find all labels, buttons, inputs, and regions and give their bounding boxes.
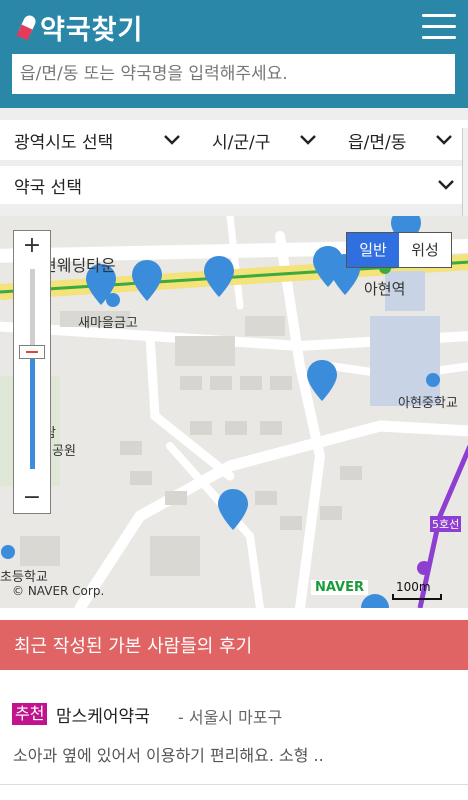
review-location: - 서울시 마포구	[178, 708, 283, 727]
map-label-school-middle: 아현중학교	[398, 396, 458, 411]
reviews-banner-title: 최근 작성된 가본 사람들의 후기	[14, 636, 253, 657]
reviews-banner: 최근 작성된 가본 사람들의 후기	[0, 620, 468, 670]
region-filter-row: 광역시도 선택 시/군/구 읍/면/동	[0, 120, 468, 160]
pharmacy-select[interactable]: 약국 선택	[0, 166, 468, 204]
map-label-park-a: 공원	[52, 444, 76, 459]
map-label-bank: 새마을금고	[78, 316, 138, 331]
zoom-handle[interactable]	[19, 345, 45, 359]
recommend-badge: 추천	[12, 703, 48, 725]
map-view[interactable]: 현웨딩타운 새마을금고 아현역 아현중학교 람 공원 초등학교 5호선	[0, 216, 468, 608]
divider	[0, 108, 468, 120]
map-attribution: © NAVER Corp.	[12, 584, 105, 598]
divider	[0, 204, 468, 216]
district-select[interactable]: 시/군/구	[212, 120, 320, 160]
zoom-out-button[interactable]: −	[14, 483, 50, 513]
map-type-normal-button[interactable]: 일반	[347, 233, 399, 267]
divider	[0, 784, 468, 785]
map-label-school-elem: 초등학교	[0, 570, 48, 585]
province-select[interactable]: 광역시도 선택	[14, 120, 184, 160]
app-title: 약국찾기	[40, 15, 144, 46]
zoom-control: + −	[13, 230, 51, 514]
review-pharmacy-name: 맘스케어약국	[56, 707, 150, 727]
map-scale-bar	[392, 594, 442, 600]
map-label-area: 현웨딩타운	[42, 256, 116, 275]
town-select-label: 읍/면/동	[348, 132, 407, 153]
chevron-down-icon	[164, 131, 180, 149]
review-item[interactable]: 추천 맘스케어약국 - 서울시 마포구 소아과 옆에 있어서 이용하기 편리해요…	[0, 690, 468, 788]
district-select-label: 시/군/구	[212, 132, 271, 153]
chevron-down-icon	[436, 131, 452, 149]
map-label-road: 5호선	[430, 516, 462, 532]
zoom-in-button[interactable]: +	[14, 231, 50, 261]
map-scale-label: 100m	[396, 580, 431, 594]
naver-logo: NAVER	[311, 580, 369, 595]
pharmacy-select-label: 약국 선택	[14, 177, 82, 198]
chevron-down-icon	[300, 131, 316, 149]
province-select-label: 광역시도 선택	[14, 132, 114, 153]
hamburger-icon[interactable]	[422, 12, 456, 40]
pill-icon	[16, 15, 36, 40]
map-type-satellite-button[interactable]: 위성	[399, 233, 451, 267]
zoom-level-fill	[30, 355, 35, 469]
pharmacy-select-inner: 약국 선택	[14, 166, 454, 204]
map-type-toggle: 일반 위성	[346, 232, 452, 268]
search-input[interactable]	[12, 54, 455, 94]
chevron-down-icon	[438, 176, 454, 194]
pharmacy-marker	[132, 260, 162, 301]
pharmacy-marker	[204, 256, 234, 297]
app-header: 약국찾기	[0, 0, 468, 108]
review-text: 소아과 옆에 있어서 이용하기 편리해요. 소형 ..	[13, 746, 324, 765]
map-label-station: 아현역	[364, 280, 406, 298]
town-select[interactable]: 읍/면/동	[348, 120, 456, 160]
